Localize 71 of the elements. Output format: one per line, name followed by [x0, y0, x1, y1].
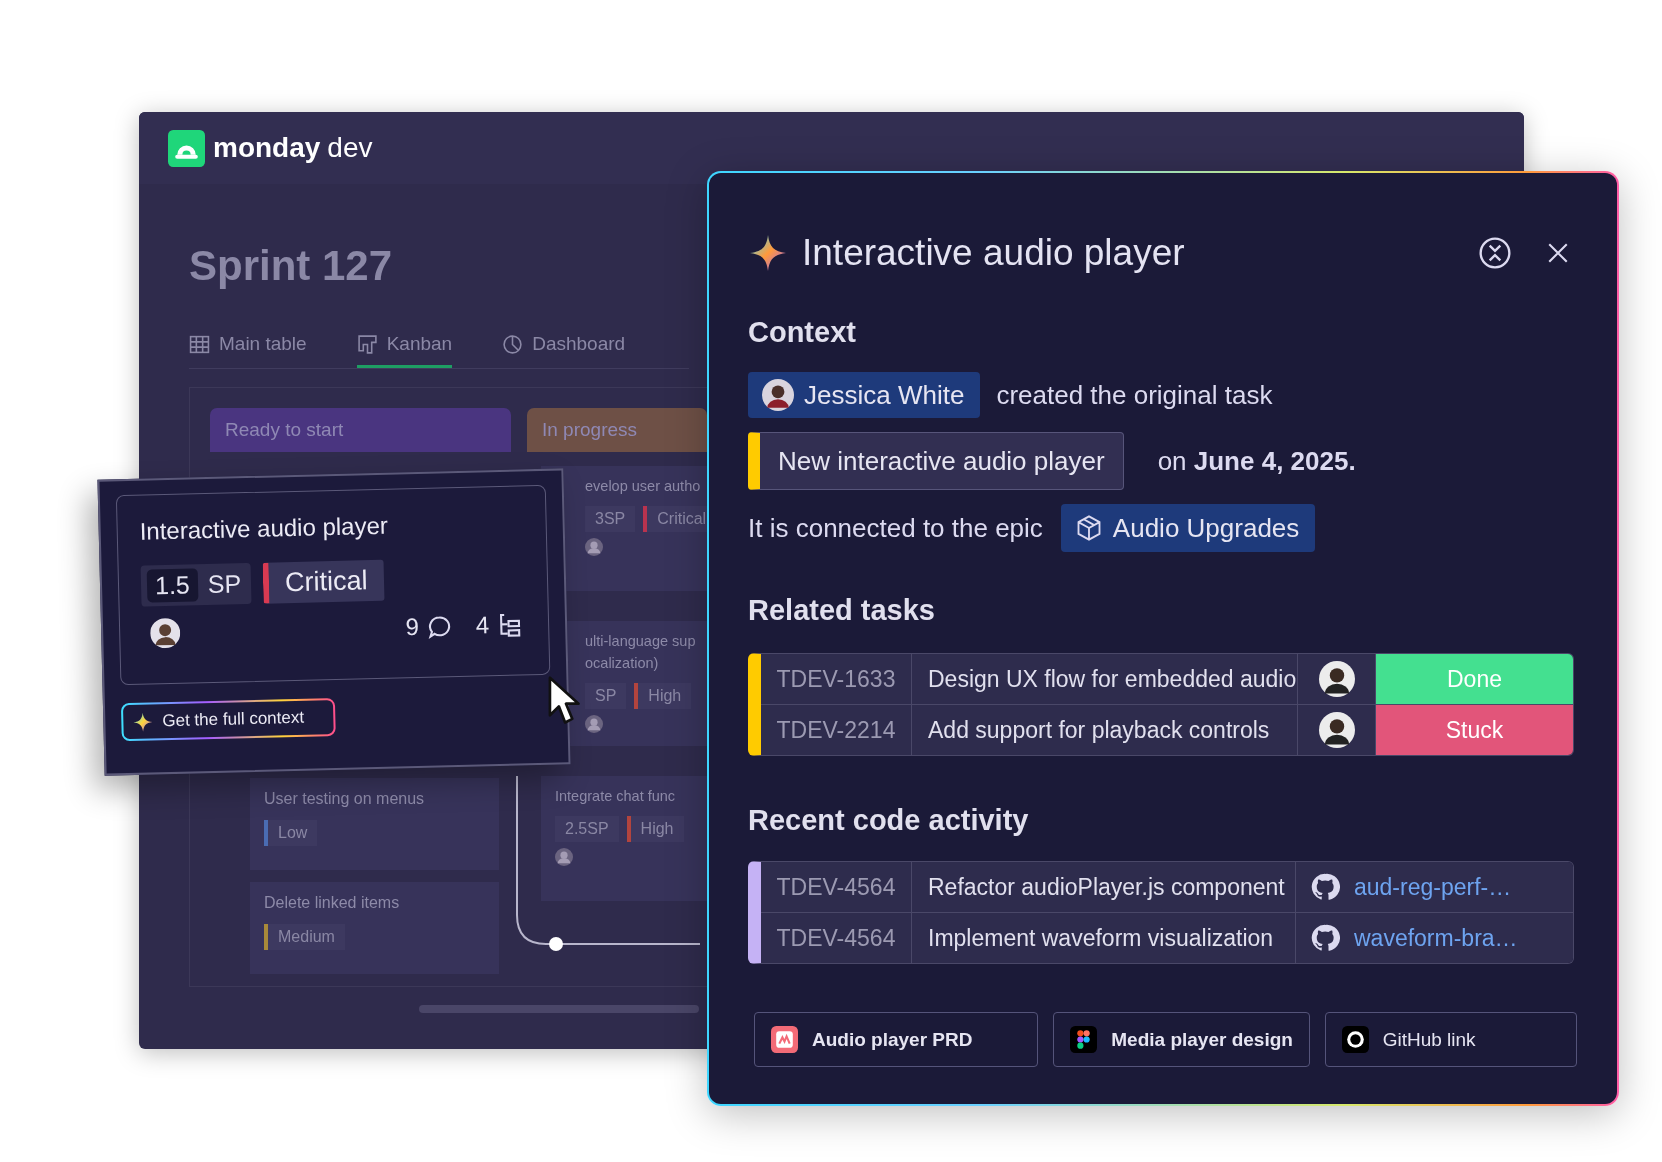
context-text: on June 4, 2025. [1157, 445, 1356, 477]
subitem-count: 4 [475, 611, 490, 640]
comment-icon[interactable] [426, 613, 453, 640]
commit-title: Refactor audioPlayer.js component [911, 862, 1295, 912]
resource-link-button[interactable]: GitHub link [1324, 1012, 1577, 1067]
priority-tag: Medium [264, 924, 345, 950]
points-chip: SP [585, 683, 627, 709]
epic-chip[interactable]: Audio Upgrades [1060, 504, 1316, 552]
avatar-icon [555, 848, 573, 866]
avatar-icon [1318, 661, 1355, 697]
resource-link-button[interactable]: Audio player PRD [754, 1012, 1039, 1067]
status-label[interactable]: Stuck [1375, 705, 1573, 755]
product-name: dev [327, 132, 373, 164]
priority-tag: Critical [262, 559, 385, 604]
points-chip: 2.5SP [555, 816, 619, 842]
sparkle-icon [750, 235, 786, 271]
points-unit: SP [207, 569, 242, 600]
view-tab[interactable]: Dashboard [502, 327, 626, 368]
kanban-icon [356, 333, 378, 355]
grid-icon [189, 333, 210, 355]
task-card[interactable]: Delete linked items Medium [250, 882, 499, 974]
person-chip[interactable]: Jessica White [748, 372, 981, 418]
avatar-icon [585, 715, 603, 733]
brand-name: monday [213, 132, 321, 164]
logo-icon [168, 129, 205, 167]
section-heading: Context [748, 315, 857, 350]
sparkle-icon [133, 711, 153, 732]
card-title: User testing on menus [264, 790, 426, 808]
context-text: created the original task [996, 379, 1273, 411]
points-chip: 3SP [585, 506, 636, 532]
task-chip[interactable]: New interactive audio player [748, 432, 1124, 490]
card-title: Interactive audio player [139, 510, 390, 546]
comment-count: 9 [405, 612, 420, 642]
card-title: ocalization) [585, 655, 660, 671]
task-card[interactable]: User testing on menus Low [250, 778, 499, 870]
task-card[interactable]: Integrate chat func 2.5SP High [541, 776, 707, 901]
document-app-icon [771, 1026, 798, 1053]
collapse-icon[interactable] [1478, 236, 1512, 270]
column-header: In progress [527, 408, 707, 452]
card-title: Delete linked items [264, 894, 401, 912]
full-context-button[interactable]: Get the full context [120, 698, 336, 742]
commit-title: Implement waveform visualization [911, 913, 1295, 963]
panel-title: Interactive audio player [802, 232, 1185, 274]
priority-tag: Critical [643, 506, 707, 532]
avatar-icon [585, 538, 603, 556]
task-id: TDEV-4564 [761, 862, 911, 912]
priority-tag: High [634, 683, 692, 709]
avatar-icon [762, 379, 794, 411]
card-title: Integrate chat func [555, 788, 677, 804]
view-tab[interactable]: Main table [189, 327, 307, 368]
context-text: It is connected to the epic [748, 512, 1043, 544]
design-app-icon [1070, 1026, 1098, 1053]
card-title: ulti-language sup [585, 633, 697, 649]
view-tab[interactable]: Kanban [356, 327, 453, 368]
section-heading: Related tasks [748, 593, 936, 628]
section-heading: Recent code activity [748, 803, 1030, 838]
task-title[interactable]: Design UX flow for embedded audio [911, 654, 1297, 704]
board-title: Sprint 127 [189, 241, 393, 291]
resource-link-button[interactable]: Media player design [1053, 1012, 1310, 1067]
points-value: 1.5 [146, 568, 199, 603]
avatar-icon [1318, 712, 1355, 748]
task-title[interactable]: Add support for playback controls [911, 705, 1297, 755]
task-id: TDEV-1633 [761, 654, 911, 704]
priority-tag: Low [264, 820, 318, 846]
column-header: Ready to start [210, 408, 511, 452]
task-id: TDEV-4564 [761, 913, 911, 963]
pie-icon [502, 333, 524, 355]
priority-tag: High [626, 816, 684, 842]
scrollbar[interactable] [419, 1005, 699, 1013]
task-id: TDEV-2214 [761, 705, 911, 755]
avatar-icon [149, 617, 181, 649]
